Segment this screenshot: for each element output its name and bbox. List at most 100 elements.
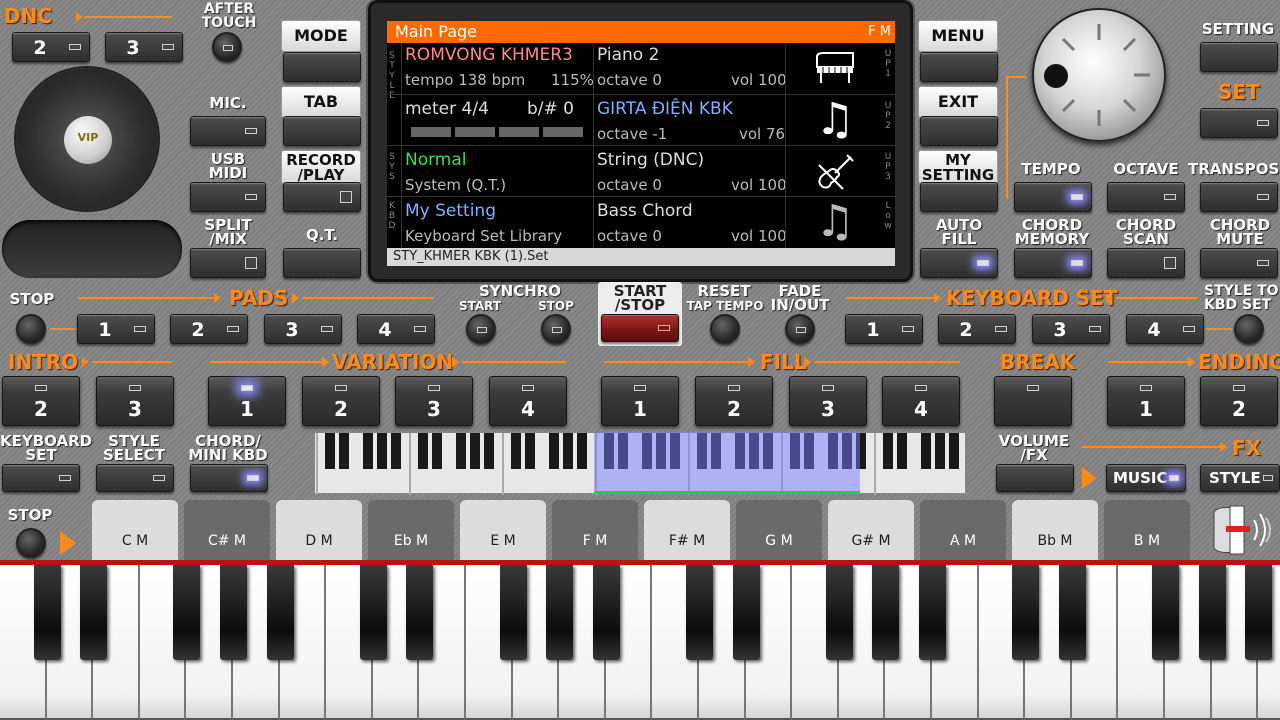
- mode-tab[interactable]: MODE: [281, 20, 361, 52]
- chord-memory-button[interactable]: [1014, 248, 1092, 278]
- kbd-set-4-button[interactable]: 4: [1126, 314, 1204, 344]
- reset-tap-tempo-button[interactable]: [710, 314, 740, 344]
- fade-button[interactable]: [785, 314, 815, 344]
- tempo-button[interactable]: [1014, 182, 1092, 212]
- pad-4-button[interactable]: 4: [357, 314, 435, 344]
- kbd-set-3-button[interactable]: 3: [1032, 314, 1110, 344]
- set-button[interactable]: [1200, 108, 1278, 138]
- chord-button[interactable]: G M: [736, 500, 822, 562]
- mode-button[interactable]: [283, 52, 361, 82]
- chord-button[interactable]: B M: [1104, 500, 1190, 562]
- black-key[interactable]: [359, 565, 387, 660]
- tab-tab[interactable]: TAB: [281, 86, 361, 118]
- black-key[interactable]: [33, 565, 61, 660]
- pad-3-button[interactable]: 3: [264, 314, 342, 344]
- black-key[interactable]: [406, 565, 434, 660]
- black-key[interactable]: [220, 565, 247, 660]
- style-to-kbd-button[interactable]: [1234, 314, 1264, 344]
- ending-2-button[interactable]: 2: [1200, 376, 1278, 426]
- intro-3-button[interactable]: 3: [96, 376, 174, 426]
- kbd-set-1-button[interactable]: 1: [845, 314, 923, 344]
- dnc-2-button[interactable]: 2: [12, 32, 90, 62]
- chord-button[interactable]: Eb M: [368, 500, 454, 562]
- black-key[interactable]: [546, 565, 574, 660]
- chord-button[interactable]: E M: [460, 500, 546, 562]
- black-key[interactable]: [1152, 565, 1179, 660]
- mic-button[interactable]: [190, 116, 266, 146]
- music-fx-button[interactable]: MUSIC: [1106, 464, 1186, 492]
- fill-4-button[interactable]: 4: [882, 376, 960, 426]
- black-key[interactable]: [1198, 565, 1226, 660]
- usb-midi-button[interactable]: [190, 182, 266, 212]
- black-key[interactable]: [499, 565, 527, 660]
- record-play-button[interactable]: [283, 182, 361, 212]
- chord-button[interactable]: C M: [92, 500, 178, 562]
- black-key[interactable]: [1058, 565, 1086, 660]
- black-key[interactable]: [825, 565, 853, 660]
- split-mix-button[interactable]: [190, 248, 266, 278]
- intro-2-button[interactable]: 2: [2, 376, 80, 426]
- style-fx-button[interactable]: STYLE: [1200, 464, 1280, 492]
- setting-button[interactable]: [1200, 42, 1278, 72]
- break-button[interactable]: [994, 376, 1072, 426]
- chord-button[interactable]: F M: [552, 500, 638, 562]
- black-key[interactable]: [266, 565, 294, 660]
- menu-tab[interactable]: MENU: [918, 20, 998, 52]
- pad-1-button[interactable]: 1: [77, 314, 155, 344]
- exit-button[interactable]: [920, 116, 998, 146]
- chord-button[interactable]: A M: [920, 500, 1006, 562]
- pad-2-button[interactable]: 2: [170, 314, 248, 344]
- tab-button[interactable]: [283, 116, 361, 146]
- chord-mute-button[interactable]: [1200, 248, 1278, 278]
- ending-1-button[interactable]: 1: [1107, 376, 1185, 426]
- volume-slider-icon[interactable]: [1208, 502, 1278, 558]
- chord-button[interactable]: G# M: [828, 500, 914, 562]
- my-setting-tab[interactable]: MY SETTING: [918, 150, 998, 184]
- fill-3-button[interactable]: 3: [789, 376, 867, 426]
- black-key[interactable]: [1012, 565, 1040, 660]
- chord-scan-button[interactable]: [1107, 248, 1185, 278]
- volume-fx-button[interactable]: [996, 464, 1074, 492]
- keyboard-set-button[interactable]: [2, 464, 80, 492]
- exit-tab[interactable]: EXIT: [918, 86, 998, 118]
- variation-4-button[interactable]: 4: [489, 376, 567, 426]
- black-key[interactable]: [872, 565, 900, 660]
- black-key[interactable]: [732, 565, 760, 660]
- black-key[interactable]: [919, 565, 946, 660]
- variation-1-button[interactable]: 1: [208, 376, 286, 426]
- chord-button[interactable]: F# M: [644, 500, 730, 562]
- kbd-set-2-button[interactable]: 2: [938, 314, 1016, 344]
- auto-fill-button[interactable]: [920, 248, 998, 278]
- black-key[interactable]: [592, 565, 620, 660]
- pads-stop-button[interactable]: [16, 314, 46, 344]
- fill-1-button[interactable]: 1: [601, 376, 679, 426]
- pitch-bend-slot[interactable]: [2, 220, 182, 278]
- after-touch-button[interactable]: [212, 32, 242, 62]
- chord-stop-button[interactable]: [16, 528, 46, 558]
- fill-2-button[interactable]: 2: [695, 376, 773, 426]
- start-stop-button[interactable]: [601, 314, 679, 342]
- black-key[interactable]: [686, 565, 713, 660]
- chord-button[interactable]: C# M: [184, 500, 270, 562]
- transpose-button[interactable]: [1200, 182, 1278, 212]
- display-row-style-1[interactable]: STYLE ROMVONG KHMER3 tempo 138 bpm 115% …: [387, 43, 895, 101]
- synchro-stop-button[interactable]: [541, 314, 571, 344]
- dnc-3-button[interactable]: 3: [105, 32, 183, 62]
- chord-button[interactable]: Bb M: [1012, 500, 1098, 562]
- menu-button[interactable]: [920, 52, 998, 82]
- record-play-tab[interactable]: RECORD /PLAY: [281, 150, 361, 184]
- black-key[interactable]: [80, 565, 108, 660]
- variation-3-button[interactable]: 3: [395, 376, 473, 426]
- display-row-style-2[interactable]: meter 4/4 b/# 0 GIRTA ĐIỆN KBK octave -1…: [387, 94, 895, 145]
- style-select-button[interactable]: [96, 464, 174, 492]
- variation-2-button[interactable]: 2: [302, 376, 380, 426]
- octave-button[interactable]: [1107, 182, 1185, 212]
- my-setting-button[interactable]: [920, 182, 998, 212]
- dial-knob[interactable]: [1032, 8, 1166, 142]
- qt-button[interactable]: [283, 248, 361, 278]
- display-row-sys[interactable]: SYS Normal System (Q.T.) String (DNC) oc…: [387, 145, 895, 196]
- synchro-start-button[interactable]: [466, 314, 496, 344]
- black-key[interactable]: [1245, 565, 1273, 660]
- display-row-kbd[interactable]: KBD My Setting Keyboard Set Library Bass…: [387, 196, 895, 247]
- chord-button[interactable]: D M: [276, 500, 362, 562]
